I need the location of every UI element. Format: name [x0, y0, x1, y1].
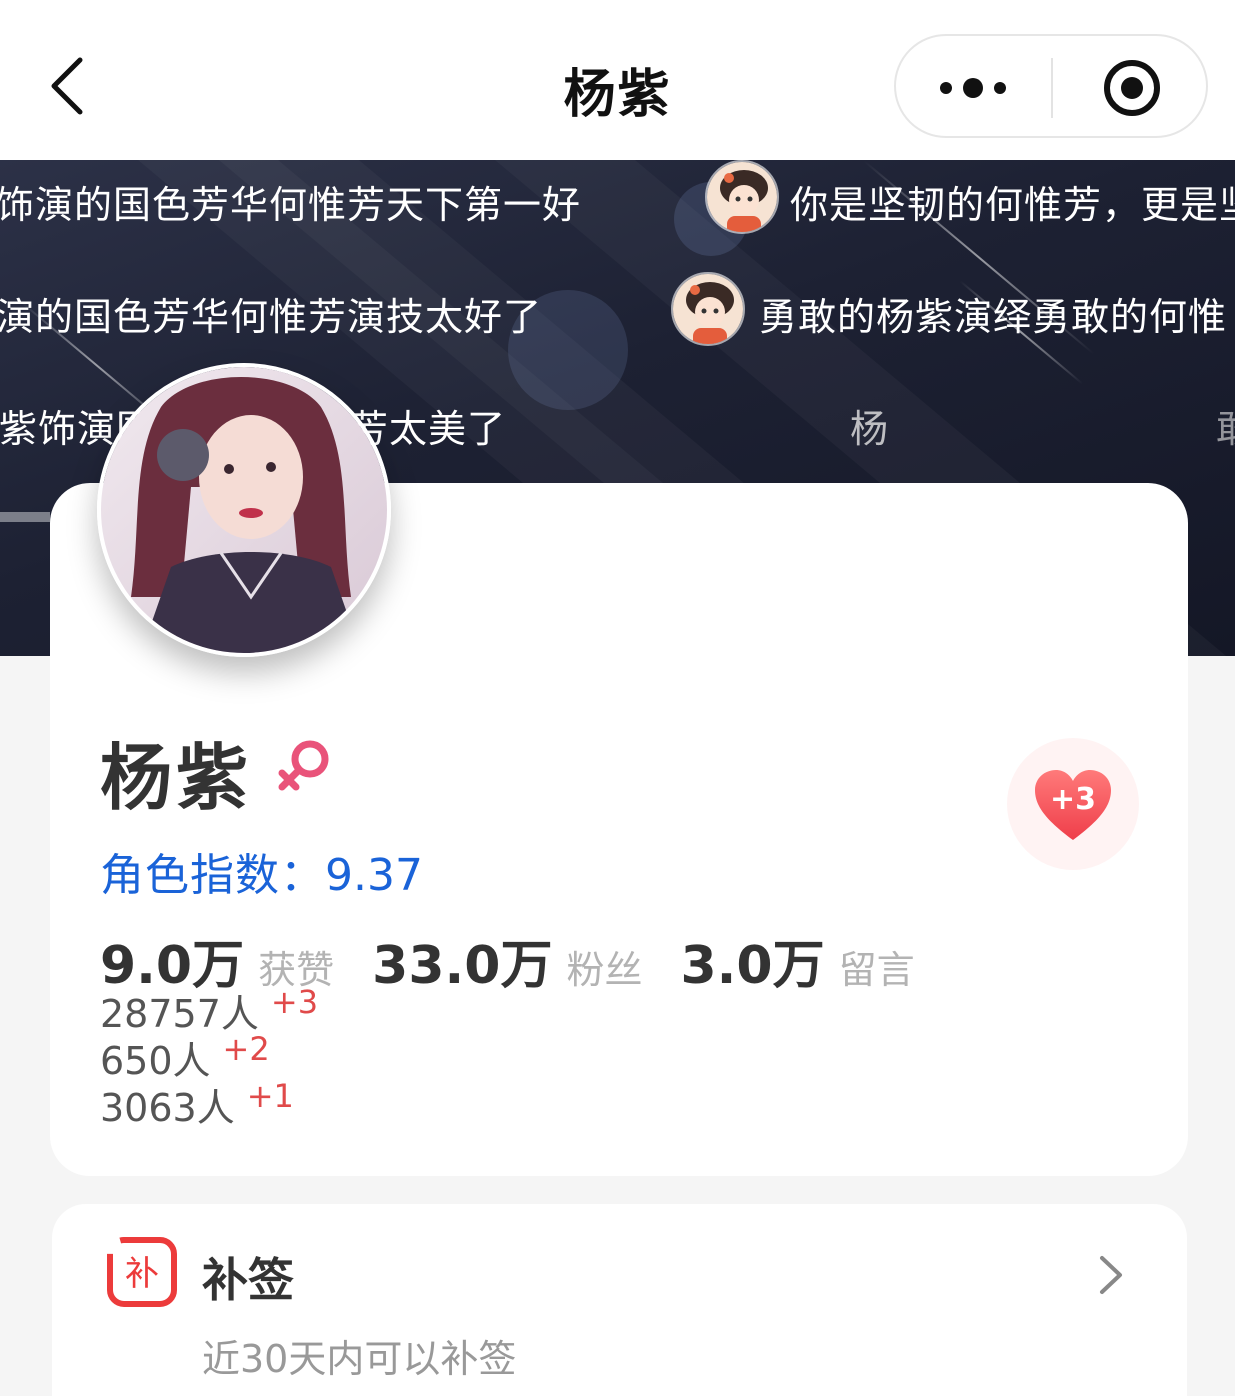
count-delta: +2	[222, 1030, 270, 1069]
capsule-divider	[1051, 58, 1053, 118]
makeup-signin-title: 补签	[202, 1253, 294, 1307]
like-button[interactable]: +3	[1007, 738, 1139, 870]
barrage-text: 你是坚韧的何惟芳，更是坚	[790, 183, 1235, 227]
barrage-avatar	[705, 160, 779, 234]
female-gender-icon	[274, 735, 334, 795]
like-badge: +3	[1049, 782, 1096, 817]
count-value: 3063人	[100, 1086, 235, 1130]
barrage-text: 勇敢的杨紫演绎勇敢的何惟	[759, 295, 1228, 339]
barrage-avatar	[671, 272, 745, 346]
role-index: 角色指数：9.37	[100, 839, 423, 903]
role-index-label: 角色指数：	[100, 850, 325, 901]
makeup-signin-icon-char: 补	[125, 1254, 159, 1294]
count-delta: +1	[246, 1077, 294, 1116]
count-row: 650人 +2	[100, 1030, 318, 1083]
count-row: 3063人 +1	[100, 1077, 318, 1130]
profile-avatar[interactable]	[97, 363, 391, 657]
barrage-text: 饰演的国色芳华何惟芳天下第一好	[0, 183, 582, 227]
makeup-signin-card[interactable]: 补 补签 近30天内可以补签	[52, 1204, 1187, 1396]
people-counts: 28757人 +3 650人 +2 3063人 +1	[100, 983, 319, 1130]
fans-label: 粉丝	[566, 948, 643, 992]
stats-row: 9.0万 获赞 33.0万 粉丝 3.0万 留言	[100, 923, 915, 996]
comments-count: 3.0万	[680, 936, 825, 996]
close-target-icon[interactable]	[1102, 58, 1162, 118]
chevron-right-icon	[1092, 1250, 1128, 1300]
makeup-signin-icon: 补	[106, 1236, 178, 1308]
comments-label: 留言	[838, 948, 915, 992]
fans-count: 33.0万	[372, 936, 553, 996]
barrage-text: 演的国色芳华何惟芳演技太好了	[0, 295, 543, 339]
profile-name: 杨紫	[100, 736, 253, 820]
count-delta: +3	[270, 983, 319, 1022]
banner-edge-bar	[0, 512, 50, 522]
role-index-value: 9.37	[325, 850, 423, 901]
barrage-fragment: 敢	[1216, 398, 1235, 453]
miniprogram-capsule	[894, 34, 1208, 138]
more-dots-icon[interactable]	[932, 62, 1014, 114]
top-navbar: 杨紫	[0, 0, 1235, 160]
makeup-signin-subtitle: 近30天内可以补签	[202, 1337, 517, 1381]
barrage-fragment: 杨	[850, 407, 889, 451]
count-row: 28757人 +3	[100, 983, 319, 1036]
